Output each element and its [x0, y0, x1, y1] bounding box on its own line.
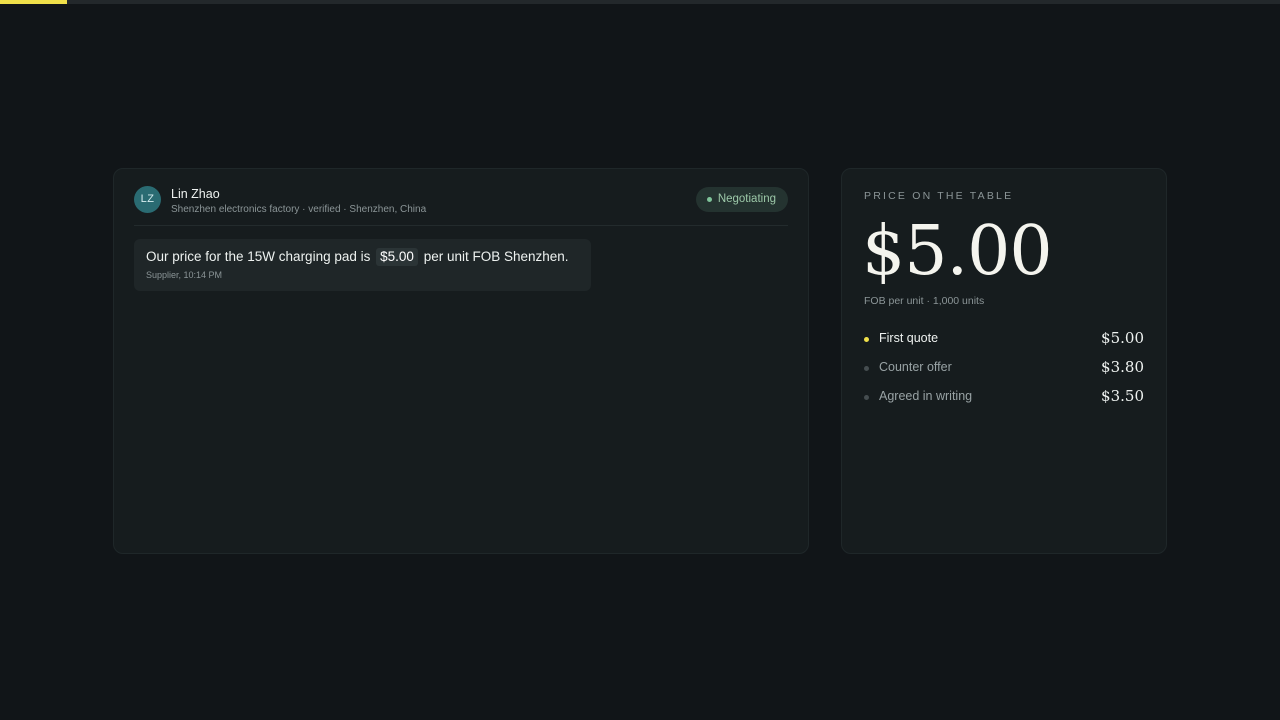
progress-fill: [0, 0, 67, 4]
price-history-label: First quote: [879, 331, 939, 345]
contact-name: Lin Zhao: [171, 187, 220, 201]
message-timestamp: Supplier, 10:14 PM: [146, 270, 223, 280]
status-dot-icon: [706, 197, 712, 202]
message-text: Our price for the 15W charging pad is $5…: [146, 248, 579, 266]
progress-track: [0, 0, 1280, 4]
avatar[interactable]: LZ: [134, 186, 161, 213]
status-label: Negotiating: [717, 193, 776, 205]
price-history-row: Agreed in writing $3.50: [864, 387, 1144, 416]
price-panel: PRICE ON THE TABLE $5.00 FOB per unit · …: [841, 168, 1167, 554]
price-history-row: First quote $5.00: [864, 329, 1144, 358]
status-badge: Negotiating: [695, 187, 788, 212]
price-history-row: Counter offer $3.80: [864, 358, 1144, 387]
message-text-before: Our price for the 15W charging pad is: [146, 249, 371, 264]
contact-meta: Shenzhen electronics factory · verified …: [171, 204, 427, 215]
bullet-dot-icon: [864, 395, 869, 400]
message-price-chip: $5.00: [376, 248, 418, 266]
price-history-label: Agreed in writing: [879, 389, 973, 403]
price-history-value: $5.00: [1101, 329, 1144, 347]
price-subtitle: FOB per unit · 1,000 units: [864, 295, 985, 307]
price-panel-label: PRICE ON THE TABLE: [864, 190, 1014, 202]
message-bubble: Our price for the 15W charging pad is $5…: [134, 239, 591, 291]
chat-panel: LZ Lin Zhao Shenzhen electronics factory…: [113, 168, 809, 554]
price-history-value: $3.80: [1101, 358, 1144, 376]
chat-header: LZ Lin Zhao Shenzhen electronics factory…: [134, 185, 788, 226]
price-history-label: Counter offer: [879, 360, 952, 374]
bullet-dot-icon: [864, 337, 869, 342]
bullet-dot-icon: [864, 366, 869, 371]
price-history-list: First quote $5.00 Counter offer $3.80 Ag…: [864, 329, 1144, 416]
current-price: $5.00: [862, 212, 1053, 291]
price-history-value: $3.50: [1101, 387, 1144, 405]
message-text-after: per unit FOB Shenzhen.: [423, 249, 569, 264]
